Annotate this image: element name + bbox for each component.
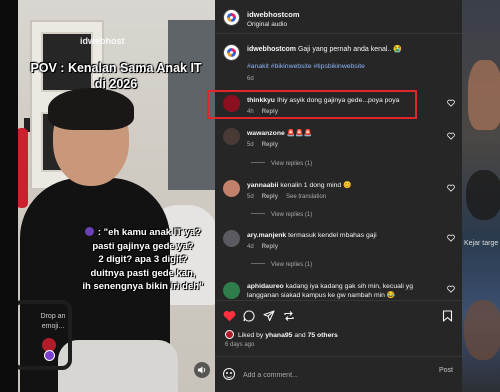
reply-button[interactable]: Reply (262, 244, 278, 250)
post-age: 6 days ago (225, 342, 255, 348)
speaker-icon (198, 366, 206, 374)
others-likes-link[interactable]: 75 others (308, 332, 338, 339)
comment-username[interactable]: ary.manjenk (247, 232, 286, 239)
comment-text: yannaabii kenalin 1 dong mind 😊 (247, 182, 352, 189)
video-quote: : "eh kamu anak IT ya? pasti gajinya ged… (58, 226, 215, 294)
comment-composer: Post (215, 356, 462, 392)
comment-text: wawanzone 🚨🚨🚨 (247, 130, 313, 137)
divider (215, 300, 462, 301)
bookmark-icon[interactable] (442, 310, 453, 322)
see-translation-link[interactable]: See translation (286, 194, 326, 200)
comments-panel: idwebhostcom Original audio idwebhostcom… (215, 0, 462, 392)
highlight-box (207, 90, 417, 119)
post-header: idwebhostcom Original audio (215, 0, 462, 34)
comment-meta: 5d Reply See translation (247, 194, 327, 200)
quote-line: duitnya pasti gede kan, (90, 267, 196, 279)
author-avatar[interactable] (223, 9, 240, 26)
view-replies-button[interactable]: View replies (1) (251, 262, 312, 268)
view-replies-button[interactable]: View replies (1) (251, 212, 312, 218)
heart-icon[interactable] (447, 184, 455, 192)
comment-input[interactable] (243, 369, 423, 381)
likes-summary: Liked by yhana95 and 75 others (225, 330, 338, 339)
reel-video[interactable]: idwebhost POV : Kenalan Sama Anak IT di … (18, 0, 215, 392)
post-button[interactable]: Post (439, 367, 453, 374)
comment-username[interactable]: yannaabii (247, 182, 278, 189)
comment-avatar[interactable] (223, 180, 240, 197)
caption-hashtags[interactable]: #anakit #bikinwebsite #tipsbikinwebsite (247, 63, 365, 70)
comment-icon[interactable] (243, 310, 255, 322)
heart-icon[interactable] (447, 99, 455, 107)
heart-icon[interactable] (447, 132, 455, 140)
comment-username[interactable]: aphidaureo (247, 283, 284, 290)
reply-button[interactable]: Reply (262, 142, 278, 148)
caption-avatar[interactable] (223, 44, 240, 61)
view-replies-button[interactable]: View replies (1) (251, 161, 312, 167)
repost-icon[interactable] (283, 310, 295, 322)
pov-title: POV : Kenalan Sama Anak IT di 2026 (30, 61, 202, 91)
caption-username[interactable]: idwebhostcom (247, 46, 296, 53)
purple-emoji-icon (84, 227, 94, 236)
comment-avatar[interactable] (223, 282, 240, 299)
liker-username[interactable]: yhana95 (265, 332, 292, 339)
author-username[interactable]: idwebhostcom (247, 10, 300, 19)
caption-time: 6d (247, 76, 254, 82)
original-audio-link[interactable]: Original audio (247, 21, 287, 28)
comment-avatar[interactable] (223, 128, 240, 145)
comment-text: ary.manjenk termasuk kendel mbahas gaji (247, 232, 377, 239)
comment-username[interactable]: wawanzone (247, 130, 285, 137)
liker-avatar (225, 330, 234, 339)
quote-line: pasti gajinya gede ya? (92, 240, 194, 252)
video-watermark: idwebhost (80, 36, 125, 46)
comment-meta: 4d Reply (247, 244, 279, 250)
emoji-picker-icon[interactable] (223, 368, 235, 380)
share-icon[interactable] (263, 310, 275, 322)
right-backdrop-text: Kejar targe (464, 240, 499, 247)
drop-emoji-hint: Drop an emoji... (40, 313, 66, 330)
purple-dot-sticker (44, 350, 55, 361)
comment-meta: 5d Reply (247, 142, 279, 148)
fire-extinguisher (18, 128, 28, 208)
person-hair (48, 88, 134, 130)
reply-button[interactable]: Reply (262, 194, 278, 200)
heart-icon[interactable] (447, 285, 455, 293)
mute-button[interactable] (194, 362, 210, 378)
right-backdrop: Kejar targe (462, 0, 500, 392)
quote-line: : "eh kamu anak IT ya? (58, 226, 215, 240)
caption-text: idwebhostcom Gaji yang pernah anda kenal… (247, 46, 403, 53)
person-pants (58, 340, 178, 392)
left-backdrop (0, 0, 18, 392)
quote-line: ih senengnya bikin iri deh" (82, 281, 204, 292)
heart-icon[interactable] (447, 234, 455, 242)
liked-heart-icon[interactable] (223, 310, 236, 322)
comment-avatar[interactable] (223, 230, 240, 247)
quote-line: 2 digit? apa 3 digit? (98, 254, 188, 265)
